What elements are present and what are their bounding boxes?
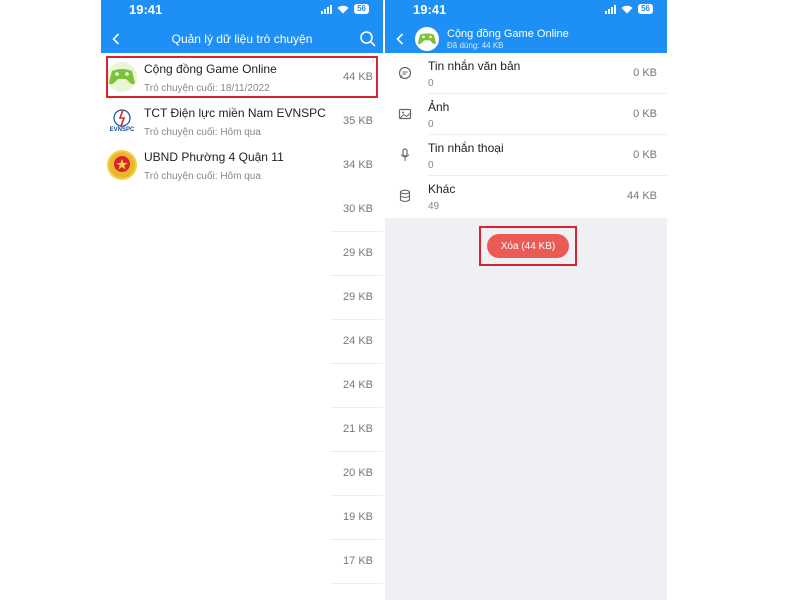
category-size: 0 KB bbox=[633, 149, 657, 161]
conversation-storage-screen: 19:41 56 Cộng đồng Game Online Đã dùng: … bbox=[385, 0, 667, 600]
search-icon[interactable] bbox=[359, 30, 377, 48]
image-icon bbox=[398, 107, 412, 121]
category-row: Tin nhắn văn bản 0 0 KB bbox=[385, 53, 667, 94]
conversation-size: 29 KB bbox=[343, 291, 373, 303]
category-row: Ảnh 0 0 KB bbox=[385, 94, 667, 135]
header-bar: 19:41 56 Quản lý dữ liệu trò chuyện bbox=[101, 0, 383, 53]
conversation-size: 30 KB bbox=[343, 203, 373, 215]
emblem-icon bbox=[107, 150, 137, 180]
chevron-left-icon[interactable] bbox=[393, 28, 407, 50]
microphone-icon bbox=[398, 148, 412, 162]
wifi-icon bbox=[621, 5, 633, 13]
header-bar: 19:41 56 Cộng đồng Game Online Đã dùng: … bbox=[385, 0, 667, 53]
conversation-last-chat: Trò chuyện cuối: Hôm qua bbox=[144, 171, 261, 182]
category-label: Khác bbox=[428, 182, 456, 196]
category-label: Ảnh bbox=[428, 100, 450, 114]
conversation-size: 29 KB bbox=[343, 247, 373, 259]
database-icon bbox=[398, 189, 412, 203]
conversation-row[interactable]: EVNSPC TCT Điện lực miền Nam EVNSPC Trò … bbox=[101, 100, 383, 144]
conversation-name: UBND Phường 4 Quận 11 bbox=[144, 150, 284, 164]
conversation-last-chat: Trò chuyện cuối: Hôm qua bbox=[144, 127, 261, 138]
conversation-size: 19 KB bbox=[343, 511, 373, 523]
category-label: Tin nhắn thoại bbox=[428, 141, 504, 155]
category-count: 0 bbox=[428, 160, 434, 171]
conversation-row[interactable]: UBND Phường 4 Quận 11 Trò chuyện cuối: H… bbox=[101, 144, 383, 188]
category-count: 0 bbox=[428, 119, 434, 130]
wifi-icon bbox=[337, 5, 349, 13]
evnspc-logo: EVNSPC bbox=[107, 106, 137, 136]
category-size: 0 KB bbox=[633, 108, 657, 120]
category-size: 0 KB bbox=[633, 67, 657, 79]
conversation-size: 20 KB bbox=[343, 467, 373, 479]
category-count: 49 bbox=[428, 201, 440, 212]
conversation-size: 24 KB bbox=[343, 335, 373, 347]
gamepad-icon bbox=[415, 27, 439, 51]
conversation-size: 21 KB bbox=[343, 423, 373, 435]
status-icons: 56 bbox=[321, 4, 369, 14]
signal-icon bbox=[605, 4, 617, 14]
status-time: 19:41 bbox=[129, 2, 163, 17]
nav-bar: Quản lý dữ liệu trò chuyện bbox=[101, 28, 383, 52]
category-count: 0 bbox=[428, 78, 434, 89]
page-title: Quản lý dữ liệu trò chuyện bbox=[171, 32, 313, 46]
status-time: 19:41 bbox=[413, 2, 447, 17]
status-icons: 56 bbox=[605, 4, 653, 14]
category-size: 44 KB bbox=[627, 190, 657, 202]
delete-button[interactable]: Xóa (44 KB) bbox=[487, 234, 569, 258]
conversation-name: TCT Điện lực miền Nam EVNSPC bbox=[144, 106, 326, 120]
signal-icon bbox=[321, 4, 333, 14]
conversation-size: 24 KB bbox=[343, 379, 373, 391]
category-label: Tin nhắn văn bản bbox=[428, 59, 521, 73]
battery-icon: 56 bbox=[638, 4, 653, 14]
conversation-size: 17 KB bbox=[343, 555, 373, 567]
category-row: Khác 49 44 KB bbox=[385, 176, 667, 217]
evnspc-logo-text: EVNSPC bbox=[109, 126, 135, 133]
conversation-size: 35 KB bbox=[343, 115, 373, 127]
conversation-size: 34 KB bbox=[343, 159, 373, 171]
category-list: Tin nhắn văn bản 0 0 KB Ảnh 0 0 KB Tin n… bbox=[385, 53, 667, 218]
message-icon bbox=[398, 66, 412, 80]
highlight-box bbox=[106, 56, 378, 98]
battery-icon: 56 bbox=[354, 4, 369, 14]
storage-used: Đã dùng: 44 KB bbox=[447, 41, 504, 50]
conversation-title: Cộng đồng Game Online bbox=[447, 28, 569, 40]
category-row: Tin nhắn thoại 0 0 KB bbox=[385, 135, 667, 176]
